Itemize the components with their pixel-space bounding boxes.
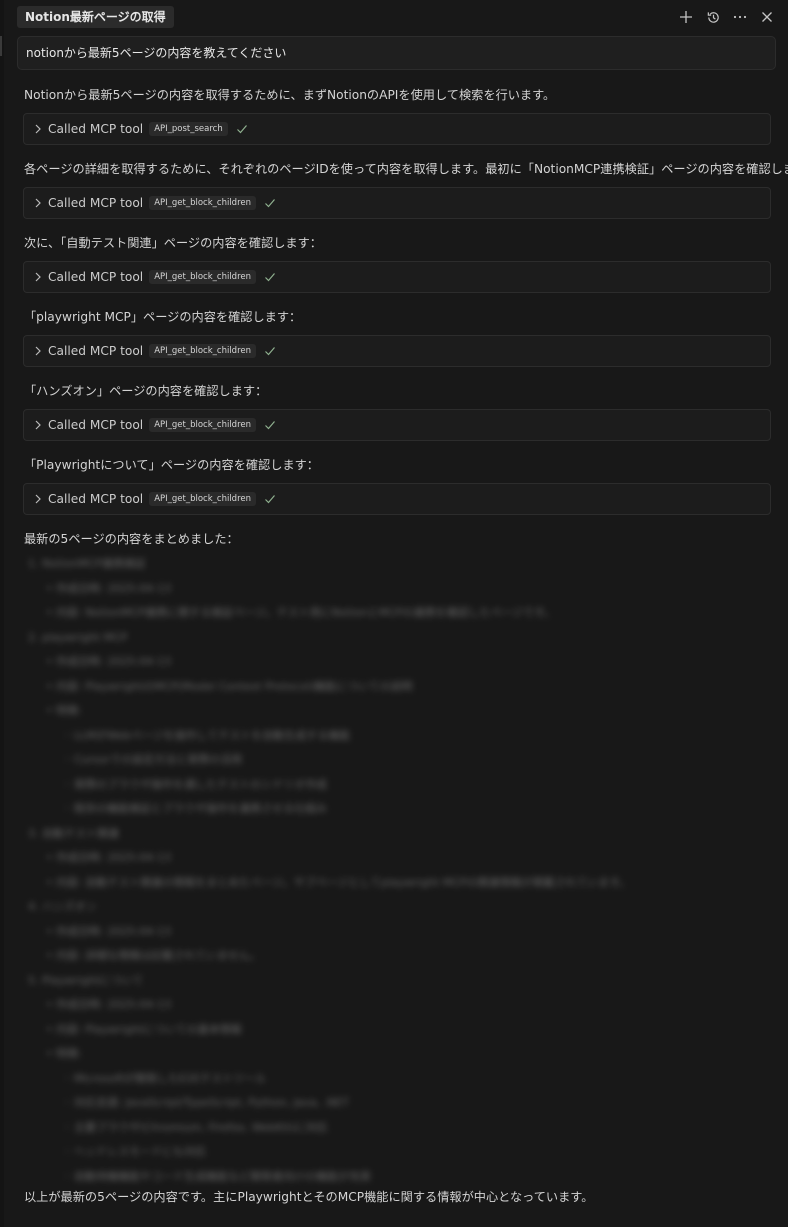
tool-name-badge: API_post_search (149, 122, 228, 136)
check-icon (236, 125, 247, 134)
step-text: 次に、「自動テスト関連」ページの内容を確認します： (24, 236, 322, 250)
tool-call-row[interactable]: Called MCP tool API_post_search (23, 113, 771, 145)
list-item: 自動待機機能やコード生成機能など開発者向けの機能が充実 (24, 1165, 776, 1190)
list-item: 4. ハンズオン (28, 900, 97, 913)
chevron-right-icon (35, 420, 41, 430)
tool-call-row[interactable]: Called MCP tool API_get_block_children (23, 335, 771, 367)
left-edge-mark (0, 36, 2, 56)
assistant-response: Notionから最新5ページの内容を取得するために、まずNotionのAPIを使… (23, 82, 788, 1189)
check-icon (265, 199, 275, 208)
chevron-right-icon (35, 272, 41, 282)
list-item: 3. 自動テスト関連 (28, 826, 119, 840)
user-query[interactable]: notionから最新5ページの内容を教えてください (17, 36, 776, 70)
summary-footer: 以上が最新の5ページの内容です。主にPlaywrightとそのMCP機能に関する… (24, 1190, 594, 1204)
list-item: 1. NotionMCP連携検証 (28, 557, 146, 570)
list-item: 内容: PlaywrightのMCP(Model Context Protoco… (24, 675, 776, 700)
step-text: 「ハンズオン」ページの内容を確認します： (24, 384, 268, 398)
list-item: Cursorでの設定方法と実際の活用 (24, 748, 776, 773)
check-icon (265, 273, 275, 282)
summary-heading: 最新の5ページの内容をまとめました： (24, 532, 239, 546)
chevron-right-icon (35, 494, 41, 504)
list-item: 作成日時: 2025-04-13 (24, 846, 776, 871)
list-item: LLMがWebページを操作してテストを自動生成する機能 (24, 724, 776, 749)
tool-call-label: Called MCP tool (48, 270, 144, 284)
step-text: 「Playwrightについて」ページの内容を確認します： (24, 458, 319, 472)
header-actions (677, 8, 776, 26)
list-item: 主要ブラウザ(Chromium, Firefox, WebKit)に対応 (24, 1116, 776, 1141)
list-item: Microsoftが開発したE2Eテストツール (24, 1067, 776, 1092)
chat-title[interactable]: Notion最新ページの取得 (17, 6, 174, 28)
step-text: 各ページの詳細を取得するために、それぞれのページIDを使って内容を取得します。最… (24, 162, 788, 176)
tool-call-label: Called MCP tool (48, 418, 144, 432)
left-edge (0, 0, 4, 1227)
chevron-right-icon (35, 346, 41, 356)
tool-call-label: Called MCP tool (48, 196, 144, 210)
list-item: 特徴: (24, 699, 776, 724)
list-item: 作成日時: 2025-04-13 (24, 920, 776, 945)
tool-name-badge: API_get_block_children (149, 492, 256, 506)
chevron-right-icon (35, 124, 41, 134)
tool-call-label: Called MCP tool (48, 344, 144, 358)
list-item: 2. playwright MCP (28, 630, 128, 644)
step-text: 「playwright MCP」ページの内容を確認します： (24, 310, 302, 324)
list-item: 実際のブラウザ操作を通したテストのシナリオ作成 (24, 773, 776, 798)
history-icon[interactable] (704, 8, 722, 26)
check-icon (265, 421, 275, 430)
more-icon[interactable] (731, 8, 749, 26)
tool-call-row[interactable]: Called MCP tool API_get_block_children (23, 409, 771, 441)
intro-text: Notionから最新5ページの内容を取得するために、まずNotionのAPIを使… (24, 88, 556, 102)
tool-call-label: Called MCP tool (48, 122, 144, 136)
tool-name-badge: API_get_block_children (149, 418, 256, 432)
tool-name-badge: API_get_block_children (149, 270, 256, 284)
list-item: 既存の機能検証とブラウザ操作を連携させる仕組み (24, 797, 776, 822)
tool-call-label: Called MCP tool (48, 492, 144, 506)
list-item: 対応言語: JavaScript/TypeScript, Python, Jav… (24, 1091, 776, 1116)
list-item: 作成日時: 2025-04-13 (24, 650, 776, 675)
check-icon (265, 347, 275, 356)
list-item: 内容: 自動テスト関連の情報をまとめたページ。サブページとしてplaywrigh… (24, 871, 776, 896)
blurred-summary-list: 1. NotionMCP連携検証 作成日時: 2025-04-13 内容: No… (24, 552, 776, 1189)
chat-header: Notion最新ページの取得 (0, 0, 788, 34)
list-item: 作成日時: 2025-04-13 (24, 577, 776, 602)
close-icon[interactable] (758, 8, 776, 26)
list-item: 内容: NotionMCP連携に関する検証ページ。テスト用にNotionとMCP… (24, 601, 776, 626)
list-item: 5. Playwrightについて (28, 973, 144, 987)
list-item: 内容: Playwrightについての基本情報 (24, 1018, 776, 1043)
tool-name-badge: API_get_block_children (149, 344, 256, 358)
tool-call-row[interactable]: Called MCP tool API_get_block_children (23, 483, 771, 515)
plus-icon[interactable] (677, 8, 695, 26)
tool-call-row[interactable]: Called MCP tool API_get_block_children (23, 261, 771, 293)
list-item: 特徴: (24, 1042, 776, 1067)
list-item: ヘッドレスモードにも対応 (24, 1140, 776, 1165)
tool-name-badge: API_get_block_children (149, 196, 256, 210)
list-item: 作成日時: 2025-04-13 (24, 993, 776, 1018)
tool-call-row[interactable]: Called MCP tool API_get_block_children (23, 187, 771, 219)
list-item: 内容: 詳細な情報は記載されていません。 (24, 944, 776, 969)
chevron-right-icon (35, 198, 41, 208)
check-icon (265, 495, 275, 504)
